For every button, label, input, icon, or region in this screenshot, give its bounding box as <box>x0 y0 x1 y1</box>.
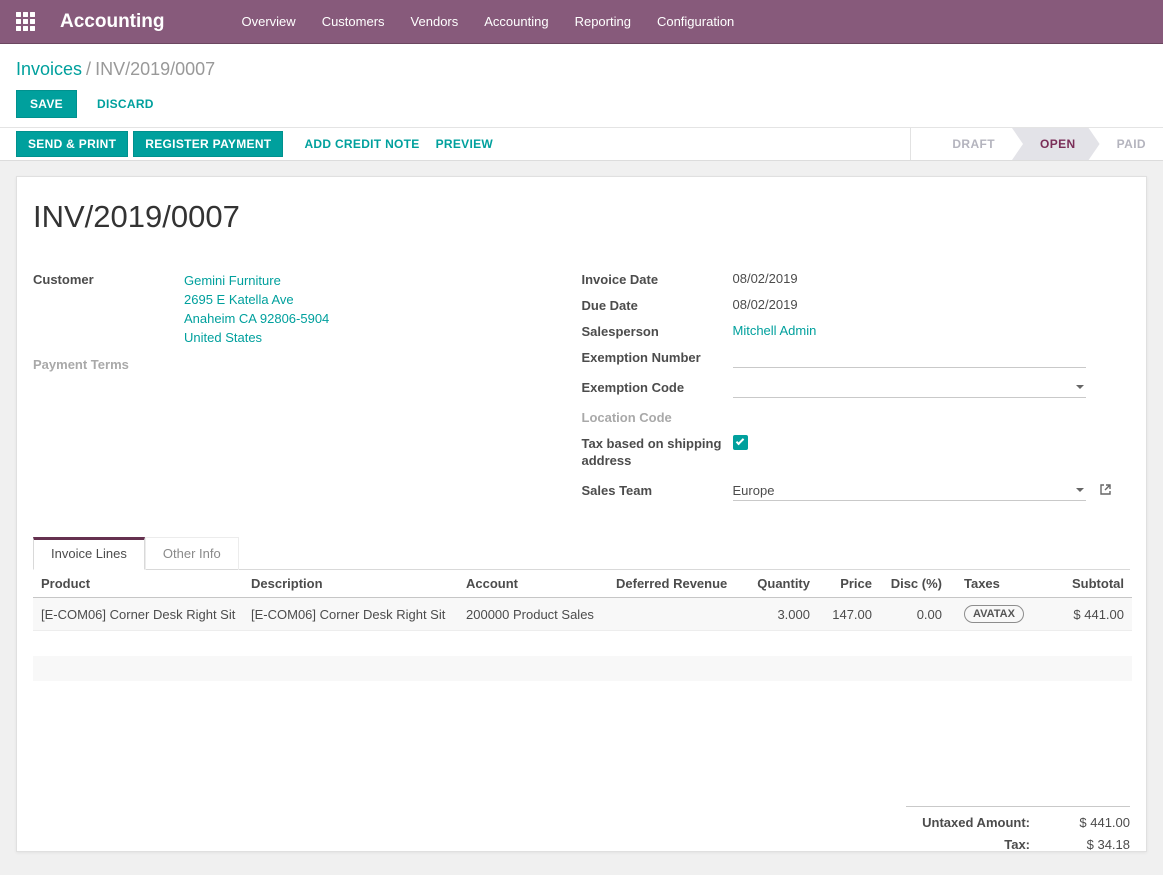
cell-taxes: AVATAX <box>950 598 1050 631</box>
notebook-tabs: Invoice Lines Other Info <box>33 536 1130 570</box>
col-price: Price <box>818 570 880 598</box>
exemption-code-label: Exemption Code <box>582 377 733 396</box>
sales-team-value: Europe <box>733 483 775 498</box>
col-product: Product <box>33 570 243 598</box>
invoice-line-row[interactable]: [E-COM06] Corner Desk Right Sit [E-COM06… <box>33 598 1132 631</box>
menu-reporting[interactable]: Reporting <box>562 7 644 36</box>
cell-subtotal: $ 441.00 <box>1050 598 1132 631</box>
form-view-background: INV/2019/0007 Customer Gemini Furniture … <box>0 161 1163 875</box>
sales-team-label: Sales Team <box>582 480 733 499</box>
checkmark-icon <box>735 437 743 445</box>
left-field-group: Customer Gemini Furniture 2695 E Katella… <box>33 269 582 506</box>
tab-invoice-lines[interactable]: Invoice Lines <box>33 537 145 570</box>
status-open[interactable]: OPEN <box>1012 128 1100 160</box>
salesperson-label: Salesperson <box>582 321 733 340</box>
tax-shipping-label: Tax based on shipping address <box>582 433 733 469</box>
tab-other-info[interactable]: Other Info <box>145 537 239 570</box>
location-code-label: Location Code <box>582 407 733 426</box>
top-navbar: Accounting Overview Customers Vendors Ac… <box>0 0 1163 44</box>
chevron-down-icon <box>1076 385 1084 389</box>
breadcrumb-current: INV/2019/0007 <box>95 59 215 79</box>
cell-price[interactable]: 147.00 <box>818 598 880 631</box>
customer-address: Gemini Furniture 2695 E Katella Ave Anah… <box>184 269 329 347</box>
col-account: Account <box>458 570 608 598</box>
app-title[interactable]: Accounting <box>60 11 165 33</box>
customer-street-link[interactable]: 2695 E Katella Ave <box>184 290 329 309</box>
menu-vendors[interactable]: Vendors <box>398 7 472 36</box>
save-button[interactable]: SAVE <box>16 90 77 118</box>
apps-grid-icon[interactable] <box>16 12 35 31</box>
totals-block: Untaxed Amount: $ 441.00 Tax: $ 34.18 To… <box>906 806 1130 853</box>
salesperson-value[interactable]: Mitchell Admin <box>733 321 817 338</box>
menu-overview[interactable]: Overview <box>229 7 309 36</box>
cell-discount[interactable]: 0.00 <box>880 598 950 631</box>
empty-line-row <box>33 631 1132 656</box>
send-print-button[interactable]: SEND & PRINT <box>16 131 128 157</box>
sales-team-select[interactable]: Europe <box>733 480 1086 501</box>
customer-label: Customer <box>33 269 184 288</box>
col-discount: Disc (%) <box>880 570 950 598</box>
menu-configuration[interactable]: Configuration <box>644 7 747 36</box>
col-deferred-revenue: Deferred Revenue <box>608 570 746 598</box>
due-date-value[interactable]: 08/02/2019 <box>733 295 798 312</box>
customer-city-link[interactable]: Anaheim CA 92806-5904 <box>184 309 329 328</box>
exemption-number-input[interactable] <box>733 347 1086 368</box>
cell-deferred-revenue[interactable] <box>608 598 746 631</box>
empty-line-row <box>33 656 1132 681</box>
col-description: Description <box>243 570 458 598</box>
tax-shipping-checkbox[interactable] <box>733 435 748 450</box>
status-draft[interactable]: DRAFT <box>935 128 1012 160</box>
tax-badge[interactable]: AVATAX <box>964 605 1024 623</box>
external-link-icon[interactable] <box>1099 483 1112 501</box>
col-subtotal: Subtotal <box>1050 570 1132 598</box>
statusbar: DRAFT OPEN PAID <box>910 128 1163 160</box>
col-quantity: Quantity <box>746 570 818 598</box>
cell-product[interactable]: [E-COM06] Corner Desk Right Sit <box>33 598 243 631</box>
due-date-label: Due Date <box>582 295 733 314</box>
breadcrumb-separator: / <box>82 59 95 79</box>
invoice-lines-table: Product Description Account Deferred Rev… <box>33 570 1132 706</box>
invoice-number-title: INV/2019/0007 <box>33 199 1130 235</box>
cell-description[interactable]: [E-COM06] Corner Desk Right Sit <box>243 598 458 631</box>
invoice-sheet: INV/2019/0007 Customer Gemini Furniture … <box>16 176 1147 852</box>
empty-line-row <box>33 681 1132 706</box>
untaxed-amount-value: $ 441.00 <box>1042 815 1130 830</box>
cell-quantity[interactable]: 3.000 <box>746 598 818 631</box>
register-payment-button[interactable]: REGISTER PAYMENT <box>133 131 283 157</box>
customer-country-link[interactable]: United States <box>184 328 329 347</box>
main-menu: Overview Customers Vendors Accounting Re… <box>229 7 748 36</box>
customer-name-link[interactable]: Gemini Furniture <box>184 271 329 290</box>
col-taxes: Taxes <box>950 570 1050 598</box>
breadcrumb: Invoices/INV/2019/0007 <box>16 59 1147 80</box>
breadcrumb-invoices-link[interactable]: Invoices <box>16 59 82 79</box>
untaxed-amount-label: Untaxed Amount: <box>922 815 1030 830</box>
tax-label: Tax: <box>1004 837 1030 852</box>
invoice-date-label: Invoice Date <box>582 269 733 288</box>
right-field-group: Invoice Date 08/02/2019 Due Date 08/02/2… <box>582 269 1131 506</box>
chevron-down-icon <box>1076 488 1084 492</box>
control-panel: Invoices/INV/2019/0007 SAVE DISCARD <box>0 44 1163 127</box>
exemption-code-select[interactable] <box>733 377 1086 398</box>
table-header-row: Product Description Account Deferred Rev… <box>33 570 1132 598</box>
preview-button[interactable]: PREVIEW <box>436 137 493 151</box>
discard-button[interactable]: DISCARD <box>97 97 154 111</box>
add-credit-note-button[interactable]: ADD CREDIT NOTE <box>304 137 419 151</box>
action-button-bar: SEND & PRINT REGISTER PAYMENT ADD CREDIT… <box>0 127 1163 161</box>
invoice-date-value[interactable]: 08/02/2019 <box>733 269 798 286</box>
status-paid[interactable]: PAID <box>1100 128 1163 160</box>
menu-customers[interactable]: Customers <box>309 7 398 36</box>
exemption-number-label: Exemption Number <box>582 347 733 366</box>
tax-value: $ 34.18 <box>1042 837 1130 852</box>
menu-accounting[interactable]: Accounting <box>471 7 561 36</box>
cell-account[interactable]: 200000 Product Sales <box>458 598 608 631</box>
payment-terms-label: Payment Terms <box>33 354 184 373</box>
